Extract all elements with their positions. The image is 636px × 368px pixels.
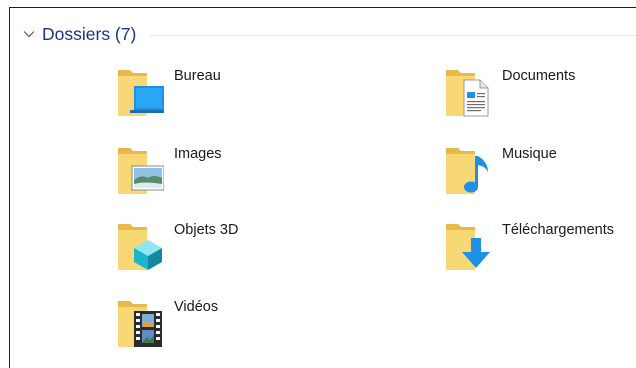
documents-folder-icon [446,70,489,117]
folder-item-documents[interactable]: Documents [444,64,636,124]
folder-label: Documents [502,68,576,84]
group-title: Dossiers (7) [42,23,137,44]
folder-label: Bureau [174,68,221,84]
music-folder-icon [446,148,488,194]
desktop-folder-icon [118,70,164,116]
chevron-down-icon [23,31,35,38]
videos-folder-icon [118,301,162,347]
group-divider [150,35,636,36]
folder-item-bureau[interactable]: Bureau [116,64,366,124]
folder-label: Musique [502,146,557,162]
folder-item-images[interactable]: Images [116,142,366,202]
group-header-folders[interactable]: Dossiers (7) [21,22,136,46]
downloads-folder-icon [446,224,490,270]
folder-label: Téléchargements [502,222,615,238]
folder-item-telechargements[interactable]: Téléchargements [444,218,636,278]
folder-label: Objets 3D [174,222,239,238]
pictures-folder-icon [118,148,164,194]
folder-label: Vidéos [174,299,219,315]
3d-objects-folder-icon [118,224,162,270]
folder-label: Images [174,146,222,162]
folder-item-objets-3d[interactable]: Objets 3D [116,218,366,278]
folder-item-musique[interactable]: Musique [444,142,636,202]
folder-item-videos[interactable]: Vidéos [116,295,366,355]
